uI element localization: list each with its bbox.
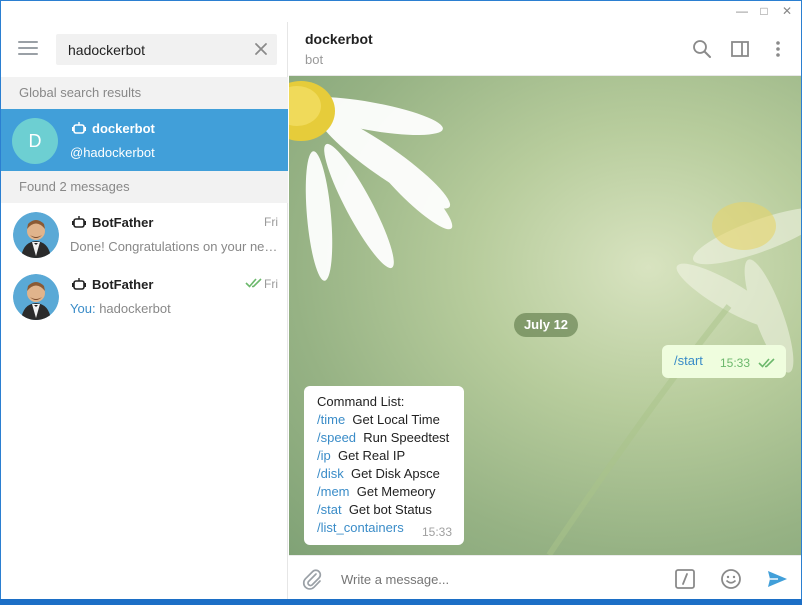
message-date: Fri: [264, 215, 278, 229]
hamburger-menu-icon[interactable]: [18, 41, 38, 57]
bot-icon: [72, 278, 86, 290]
global-results-header: Global search results: [1, 77, 288, 109]
search-row: [1, 22, 288, 77]
message-preview-text: hadockerbot: [99, 301, 171, 316]
command-desc: Get Real IP: [337, 448, 406, 463]
outgoing-message-time: 15:33: [720, 356, 751, 370]
command-line: /time Get Local Time: [317, 412, 440, 427]
command-link[interactable]: /stat: [317, 502, 342, 517]
found-messages-header: Found 2 messages: [1, 171, 288, 203]
message-sender: BotFather: [92, 215, 154, 230]
incoming-message[interactable]: Command List: /time Get Local Time /spee…: [304, 386, 464, 545]
chat-title[interactable]: dockerbot: [305, 31, 373, 47]
close-window-button[interactable]: ✕: [777, 3, 797, 19]
command-link[interactable]: /speed: [317, 430, 356, 445]
command-desc: Run Speedtest: [363, 430, 450, 445]
search-input[interactable]: [68, 34, 248, 65]
result-username: @hadockerbot: [70, 145, 155, 160]
command-line: /ip Get Real IP: [317, 448, 405, 463]
bot-commands-icon[interactable]: [674, 568, 696, 590]
more-options-icon[interactable]: [768, 39, 788, 59]
message-input[interactable]: [341, 567, 661, 591]
command-desc: Get bot Status: [348, 502, 432, 517]
message-preview: You: hadockerbot: [70, 301, 278, 316]
search-icon[interactable]: [692, 39, 712, 59]
result-name: dockerbot: [92, 121, 155, 136]
app-window: — □ ✕ Global search results D dockerbot …: [0, 0, 802, 605]
title-bar: — □ ✕: [1, 1, 801, 22]
command-line: /disk Get Disk Apsce: [317, 466, 440, 481]
chat-panel: dockerbot bot July 12 /start 15:33 Comma…: [289, 22, 801, 600]
you-prefix: You:: [70, 301, 96, 316]
message-result[interactable]: BotFather Fri Done! Congratulations on y…: [1, 203, 288, 265]
search-result-dockerbot[interactable]: D dockerbot @hadockerbot: [1, 109, 288, 171]
avatar: D: [12, 118, 58, 164]
double-check-icon: [758, 358, 775, 368]
search-box: [56, 34, 277, 65]
send-icon[interactable]: [766, 568, 788, 590]
paperclip-icon[interactable]: [301, 568, 323, 590]
bot-icon: [72, 122, 86, 134]
taskbar: [0, 599, 802, 605]
command-desc: Get Local Time: [352, 412, 440, 427]
incoming-message-time: 15:33: [422, 525, 453, 539]
chat-header: dockerbot bot: [289, 22, 801, 76]
emoji-icon[interactable]: [720, 568, 742, 590]
botfather-avatar: [13, 212, 59, 258]
command-line: /mem Get Memeory: [317, 484, 435, 499]
sidebar: Global search results D dockerbot @hadoc…: [1, 22, 288, 600]
command-desc: Get Disk Apsce: [350, 466, 440, 481]
bot-icon: [72, 216, 86, 228]
command-link[interactable]: /ip: [317, 448, 331, 463]
outgoing-message-text: /start: [674, 353, 703, 368]
outgoing-message[interactable]: /start 15:33: [662, 345, 786, 378]
message-result[interactable]: BotFather Fri You: hadockerbot: [1, 265, 288, 327]
maximize-button[interactable]: □: [754, 3, 774, 19]
command-link[interactable]: /list_containers: [317, 520, 404, 535]
command-link[interactable]: /mem: [317, 484, 350, 499]
command-line: /list_containers: [317, 520, 404, 535]
message-preview: Done! Congratulations on your new bot.: [70, 239, 278, 254]
command-line: /speed Run Speedtest: [317, 430, 449, 445]
chat-background: July 12 /start 15:33 Command List: /time…: [289, 76, 801, 555]
message-composer: [289, 555, 801, 600]
chat-subtitle: bot: [305, 52, 324, 67]
date-divider: July 12: [514, 313, 578, 337]
command-desc: Get Memeory: [356, 484, 436, 499]
message-sender: BotFather: [92, 277, 154, 292]
command-line: /stat Get bot Status: [317, 502, 432, 517]
sidebar-toggle-icon[interactable]: [730, 39, 750, 59]
message-date: Fri: [264, 277, 278, 291]
command-list-heading: Command List:: [317, 394, 405, 409]
command-link[interactable]: /time: [317, 412, 345, 427]
double-check-icon: [245, 278, 262, 288]
close-icon[interactable]: [253, 41, 269, 57]
botfather-avatar: [13, 274, 59, 320]
minimize-button[interactable]: —: [732, 3, 752, 19]
command-link[interactable]: /disk: [317, 466, 344, 481]
